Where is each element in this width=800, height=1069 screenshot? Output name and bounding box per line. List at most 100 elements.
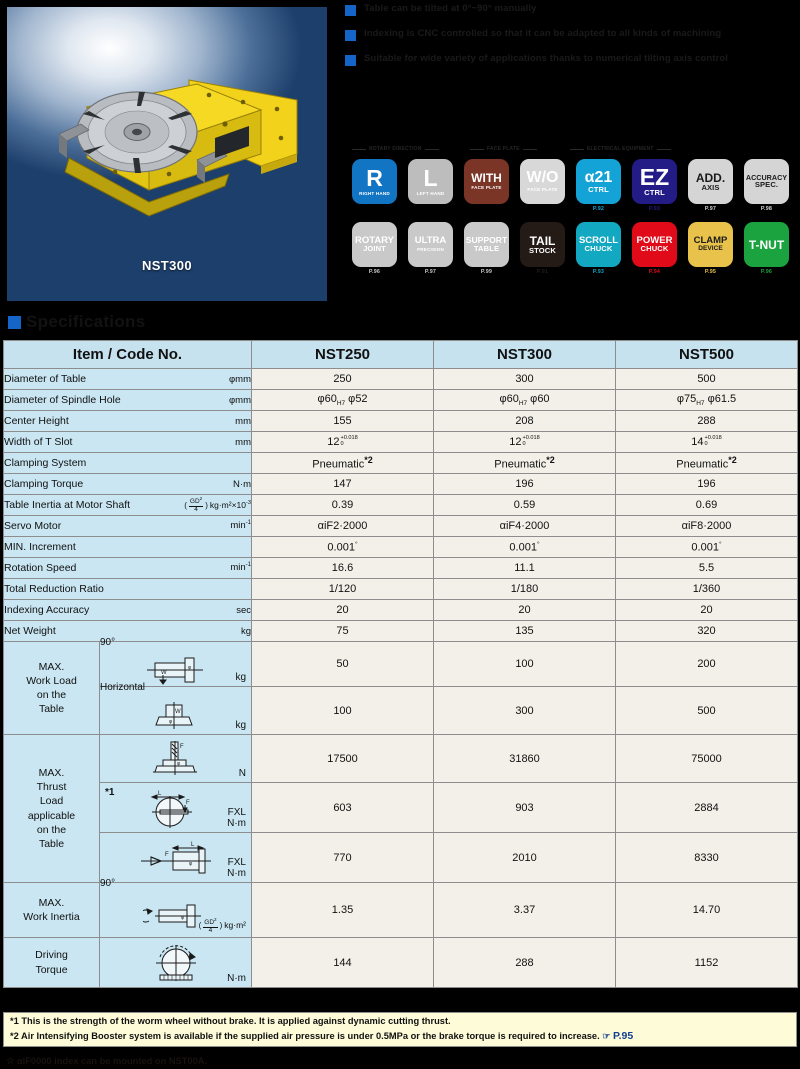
row-label-cell: Servo Motor min-1 (3, 515, 252, 537)
table-cell-value: 147 (251, 473, 434, 495)
table-row: Clamping System Pneumatic*2 Pneumatic*2 Pne… (3, 452, 798, 474)
option-icon-page-ref[interactable]: P.93 (649, 206, 660, 212)
table-cell-value: 16.6 (251, 557, 434, 579)
option-icon-w-o[interactable]: W/O FACE PLATE (520, 159, 565, 212)
table-row: Servo Motor min-1 αiF2·2000 αiF4·2000 αiF8·2… (3, 515, 798, 537)
table-cell-value: 100 (433, 641, 616, 687)
option-icon-page-ref[interactable]: P.95 (705, 269, 716, 275)
top-area: NST300 Table can be tilted at 0°~90° man… (0, 0, 800, 308)
option-icon-page-ref[interactable]: P.99 (481, 269, 492, 275)
row-unit: min-1 (230, 520, 251, 532)
option-icon-accuracy[interactable]: ACCURACY SPEC. P.98 (744, 159, 789, 212)
group-sub-caption: Horizontal (100, 681, 146, 693)
table-cell-value: 1/360 (615, 578, 798, 600)
bullet-text: Suitable for wide variety of application… (364, 53, 728, 64)
row-label-cell: Clamping Torque N·m (3, 473, 252, 495)
table-header-item: Item / Code No. (3, 340, 252, 369)
table-group-row: *1 L F FXL N·m 603 903 2884 (4, 782, 798, 833)
option-icon-secondary-label: CTRL (644, 188, 665, 198)
table-cell-value: 770 (251, 832, 434, 883)
option-icon-primary-label: TAIL (529, 233, 556, 248)
svg-text:F: F (165, 852, 169, 858)
group-unit-label: kg (235, 719, 246, 731)
table-cell-value: 155 (251, 410, 434, 432)
option-icon-page-ref[interactable]: P.98 (761, 206, 772, 212)
option-icon-scroll[interactable]: SCROLL CHUCK P.93 (576, 222, 621, 275)
svg-text:L: L (158, 791, 162, 797)
option-icon-t-nut[interactable]: T-NUT P.96 (744, 222, 789, 275)
table-cell-value: 0.001° (251, 536, 434, 558)
footnotes-box: *1 This is the strength of the worm whee… (3, 1012, 797, 1047)
rule-line (656, 148, 671, 150)
table-cell-value: αiF8·2000 (615, 515, 798, 537)
group-label-cell: MAX. Work Inertia (3, 882, 100, 938)
option-icon-chip: R RIGHT HAND (352, 159, 397, 204)
option-icon-chip: ADD. AXIS (688, 159, 733, 204)
bullet-text: Table can be tilted at 0°~90° manually (364, 3, 537, 14)
option-icon-r[interactable]: R RIGHT HAND (352, 159, 397, 212)
row-label-cell: Rotation Speed min-1 (3, 557, 252, 579)
group-diagram-cell: 90° φ(GD2 4) kg·m² (99, 878, 252, 938)
option-icon-page-ref[interactable]: P.94 (649, 269, 660, 275)
table-cell-value: 12+0.018 0 (251, 431, 434, 453)
option-icon-tail[interactable]: TAIL STOCK P.91 (520, 222, 565, 275)
option-icon-chip: SCROLL CHUCK (576, 222, 621, 267)
table-row: Width of T Slot mm 12+0.018 0 12+0.018 0 14+0.… (3, 431, 798, 453)
row-unit: kg (240, 625, 251, 637)
table-cell-value: 2884 (615, 782, 798, 833)
table-cell-value: 1.35 (251, 882, 434, 938)
rule-line (470, 148, 484, 150)
bullet-square-icon (345, 55, 356, 66)
table-cell-value: φ60H7 φ52 (251, 389, 434, 411)
option-icon-page-ref[interactable]: P.93 (593, 269, 604, 275)
option-icon-page-ref[interactable]: P.96 (761, 269, 772, 275)
table-cell-value: 20 (615, 599, 798, 621)
group-diagram-cell: *1 L F FXL N·m (99, 782, 252, 833)
option-icon-page-ref[interactable]: P.97 (425, 269, 436, 275)
option-icon-primary-label: T-NUT (748, 237, 785, 252)
option-icon-chip: α21 CTRL (576, 159, 621, 204)
table-cell-value: 1/120 (251, 578, 434, 600)
table-group-row: MAX. Work Load on the Table 90° Wφ kg 50 100 200 (3, 637, 798, 735)
option-icon-page-ref[interactable]: P.91 (537, 269, 548, 275)
svg-text:W: W (161, 670, 167, 676)
option-icon-page-ref[interactable]: P.97 (705, 206, 716, 212)
row-label: Clamping Torque (4, 478, 84, 490)
icon-group-header-rotary-direction: ROTARY DIRECTION (352, 146, 439, 152)
footnote-2-page-ref[interactable]: P.95 (613, 1030, 633, 1042)
table-cell-value: 3.37 (433, 882, 616, 938)
table-cell-value: 196 (433, 473, 616, 495)
group-diagram-figure: Wφ (100, 693, 251, 740)
option-icon-page-ref[interactable]: P.96 (369, 269, 380, 275)
option-icon-support[interactable]: SUPPORT TABLE P.99 (464, 222, 509, 275)
row-label: Rotation Speed (4, 562, 77, 574)
table-row: Rotation Speed min-1 16.6 11.1 5.5 (3, 557, 798, 579)
table-cell-value: 135 (433, 620, 616, 642)
rule-line (570, 148, 584, 150)
option-icon-add-[interactable]: ADD. AXIS P.97 (688, 159, 733, 212)
group-label-cell: Driving Torque (3, 937, 100, 988)
group-label-cell: MAX. Thrust Load applicable on the Table (3, 734, 100, 883)
option-icon-secondary-label: STOCK (529, 245, 556, 255)
icon-group-header-label: ROTARY DIRECTION (369, 146, 422, 152)
option-icon-secondary-label: PRECISION (416, 246, 445, 252)
row-label: Table Inertia at Motor Shaft (4, 499, 131, 511)
option-icon-l[interactable]: L LEFT HAND (408, 159, 453, 212)
table-row: Diameter of Table φmm 250 300 500 (3, 368, 798, 390)
option-icon-clamp[interactable]: CLAMP DEVICE P.95 (688, 222, 733, 275)
option-icon-power[interactable]: POWER CHUCK P.94 (632, 222, 677, 275)
table-cell-value: Pneumatic*2 (615, 452, 798, 474)
option-icon-page-ref[interactable]: P.92 (593, 206, 604, 212)
row-unit: mm (235, 436, 251, 448)
option-icon-with[interactable]: WITH FACE PLATE (464, 159, 509, 212)
table-cell-value: 200 (615, 641, 798, 687)
option-icon--21[interactable]: α21 CTRL P.92 (576, 159, 621, 212)
row-label-cell: Total Reduction Ratio (3, 578, 252, 600)
table-cell-value: 12+0.018 0 (433, 431, 616, 453)
option-icon-rotary[interactable]: ROTARY JOINT P.96 (352, 222, 397, 275)
option-icon-ultra[interactable]: ULTRA PRECISION P.97 (408, 222, 453, 275)
option-icon-chip: ULTRA PRECISION (408, 222, 453, 267)
table-cell-value: 0.59 (433, 494, 616, 516)
option-icon-ez[interactable]: EZ CTRL P.93 (632, 159, 677, 212)
bullet-square-icon (345, 30, 356, 41)
